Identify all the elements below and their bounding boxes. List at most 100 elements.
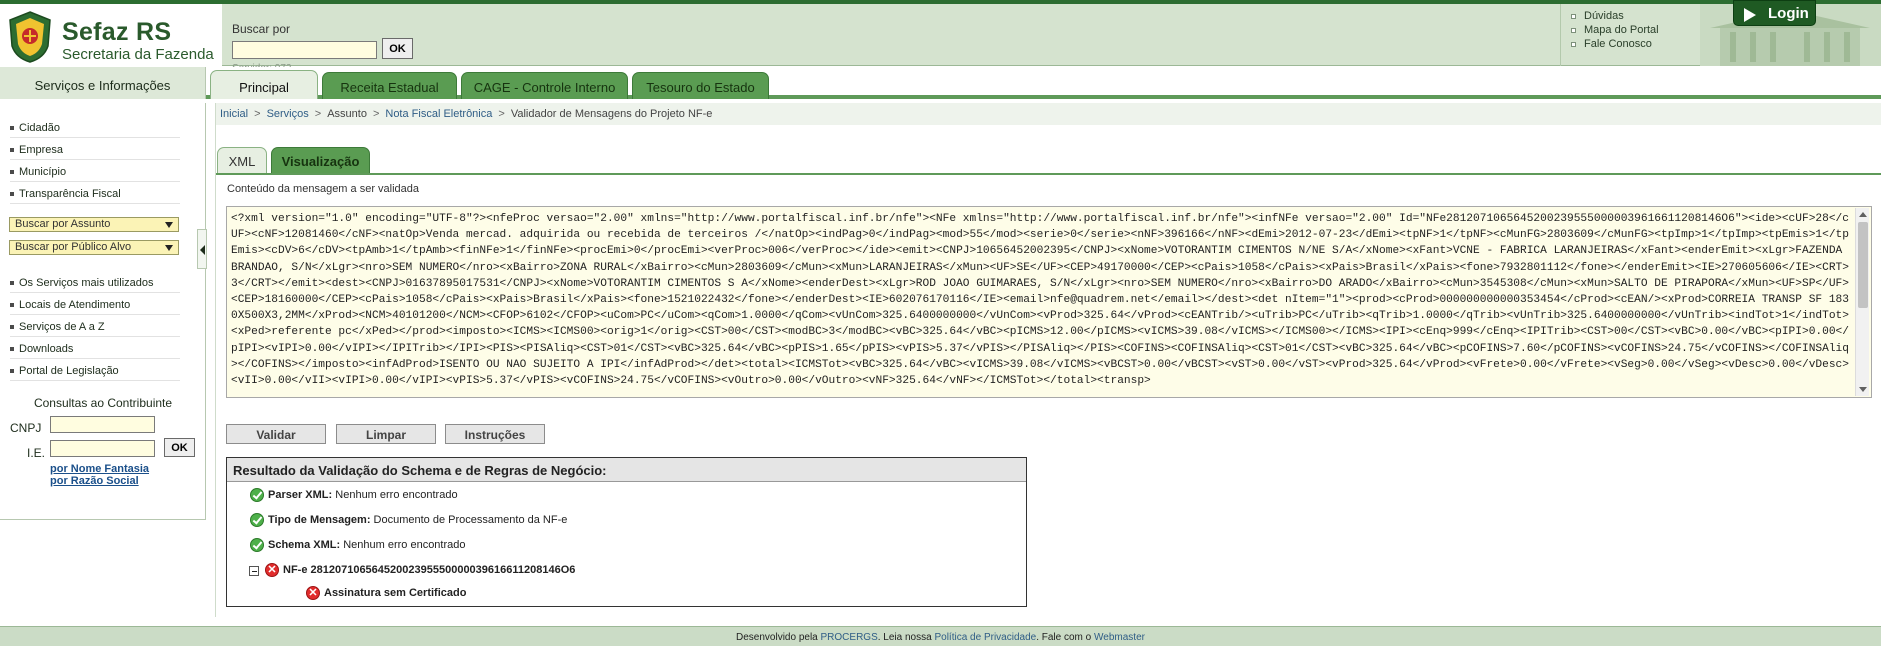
tab-xml[interactable]: XML (217, 147, 267, 174)
result-row-schema: Schema XML: Nenhum erro encontrado (268, 539, 466, 551)
sidebar-item-mais-utilizados[interactable]: Os Serviços mais utilizados (10, 271, 180, 293)
services-heading: Serviços e Informações (0, 67, 206, 99)
select-buscar-assunto[interactable]: Buscar por Assunto (9, 217, 179, 232)
breadcrumb-separator: > (254, 108, 261, 120)
check-icon (250, 513, 264, 527)
breadcrumb-nfe[interactable]: Nota Fiscal Eletrônica (385, 108, 492, 120)
site-footer: Desenvolvido pela PROCERGS. Leia nossa P… (0, 626, 1881, 646)
scrollbar-thumb[interactable] (1858, 222, 1868, 308)
header-top-line (0, 0, 1881, 4)
bullet-icon (10, 192, 14, 197)
sidebar-item-cidadao[interactable]: Cidadão (10, 116, 180, 138)
search-label: Buscar por (232, 22, 291, 36)
select-buscar-publico[interactable]: Buscar por Público Alvo (9, 240, 179, 255)
breadcrumb-inicial[interactable]: Inicial (220, 108, 248, 120)
ie-input[interactable] (50, 440, 155, 457)
breadcrumb-assunto: Assunto (327, 108, 367, 120)
result-row-text: Documento de Processamento da NF-e (373, 514, 568, 526)
search-ok-button[interactable]: OK (382, 38, 413, 59)
xml-textarea[interactable]: <?xml version="1.0" encoding="UTF-8"?><n… (226, 206, 1872, 398)
consultas-heading: Consultas ao Contribuinte (33, 396, 173, 410)
result-row-label: Parser XML: (268, 489, 333, 501)
error-icon: ✕ (265, 563, 279, 577)
consultas-panel: Consultas ao Contribuinte (0, 396, 206, 410)
footer-link-procergs[interactable]: PROCERGS (821, 632, 878, 643)
tab-receita-estadual[interactable]: Receita Estadual (322, 72, 457, 99)
sidebar-item-downloads[interactable]: Downloads (10, 337, 180, 359)
top-link-label: Mapa do Portal (1584, 24, 1659, 36)
result-row-tipo: Tipo de Mensagem: Documento de Processam… (268, 514, 567, 526)
result-row-text: Nenhum erro encontrado (343, 539, 466, 551)
sidebar-item-label: Cidadão (19, 122, 60, 134)
top-link-duvidas[interactable]: Dúvidas (1571, 10, 1659, 22)
link-razao-social[interactable]: por Razão Social (50, 475, 139, 487)
bullet-icon (1571, 41, 1576, 47)
footer-link-webmaster[interactable]: Webmaster (1094, 632, 1145, 643)
sidebar-item-empresa[interactable]: Empresa (10, 138, 180, 160)
breadcrumb-separator: > (372, 108, 380, 120)
bullet-icon (10, 281, 14, 286)
site-header: Sefaz RS Secretaria da Fazenda Buscar po… (0, 0, 1881, 74)
breadcrumb-servicos[interactable]: Serviços (267, 108, 309, 120)
sidebar-item-legislacao[interactable]: Portal de Legislação (10, 359, 180, 381)
link-nome-fantasia[interactable]: por Nome Fantasia (50, 463, 149, 475)
ie-label: I.E. (27, 446, 46, 460)
instrucoes-button[interactable]: Instruções (445, 424, 545, 444)
bullet-icon (10, 303, 14, 308)
sidebar-collapse-handle[interactable] (197, 229, 207, 269)
result-nfe-key: NF-e 28120710656452002395550000039616611… (283, 564, 576, 576)
xml-scrollbar[interactable] (1855, 208, 1869, 396)
collapse-minus-icon[interactable] (249, 566, 259, 576)
result-row-text: Nenhum erro encontrado (335, 489, 458, 501)
footer-text: Desenvolvido pela (736, 632, 821, 643)
breadcrumb-current: Validador de Mensagens do Projeto NF-e (510, 108, 713, 120)
sidebar-item-label: Município (19, 166, 67, 178)
top-links: Dúvidas Mapa do Portal Fale Conosco (1571, 10, 1659, 52)
search-input[interactable] (232, 41, 377, 59)
result-row-label: Tipo de Mensagem: (268, 514, 371, 526)
logo-subtitle: Secretaria da Fazenda (62, 46, 214, 63)
error-icon: ✕ (306, 586, 320, 600)
sidebar-item-municipio[interactable]: Município (10, 160, 180, 182)
sidebar-item-label: Downloads (19, 343, 74, 355)
bullet-icon (10, 126, 14, 131)
breadcrumb-separator: > (314, 108, 322, 120)
check-icon (250, 488, 264, 502)
bullet-icon (10, 148, 14, 153)
bullet-icon (1571, 27, 1576, 33)
result-row-label: Schema XML: (268, 539, 341, 551)
tab-visualizacao[interactable]: Visualização (271, 147, 370, 174)
breadcrumb-separator: > (498, 108, 505, 120)
login-label: Login (1768, 5, 1809, 22)
sidebar-item-label: Os Serviços mais utilizados (19, 277, 154, 289)
footer-link-privacy[interactable]: Política de Privacidade (934, 632, 1036, 643)
consulta-ok-button[interactable]: OK (164, 438, 195, 457)
top-link-label: Fale Conosco (1584, 38, 1652, 50)
result-heading: Resultado da Validação do Schema e de Re… (227, 458, 1026, 482)
top-link-mapa[interactable]: Mapa do Portal (1571, 24, 1659, 36)
login-button[interactable]: Login (1733, 0, 1816, 26)
sidebar-item-locais[interactable]: Locais de Atendimento (10, 293, 180, 315)
sidebar-item-label: Transparência Fiscal (19, 188, 121, 200)
sidebar-item-label: Locais de Atendimento (19, 299, 131, 311)
logo-title: Sefaz RS (62, 18, 172, 46)
sidebar-group-main: Cidadão Empresa Município Transparência … (10, 116, 180, 204)
main-content: Inicial > Serviços > Assunto > Nota Fiscal Ele… (215, 103, 1881, 617)
coat-of-arms-icon (9, 11, 51, 63)
tab-cage[interactable]: CAGE - Controle Interno (461, 72, 628, 99)
scroll-down-icon (1859, 387, 1867, 392)
cnpj-input[interactable] (50, 416, 155, 433)
validar-button[interactable]: Validar (226, 424, 326, 444)
cnpj-label: CNPJ (10, 421, 42, 435)
limpar-button[interactable]: Limpar (336, 424, 436, 444)
top-link-fale-conosco[interactable]: Fale Conosco (1571, 38, 1659, 50)
tab-principal[interactable]: Principal (210, 70, 318, 99)
sidebar-item-transparencia[interactable]: Transparência Fiscal (10, 182, 180, 204)
sefaz-logo[interactable]: Sefaz RS Secretaria da Fazenda (0, 4, 222, 66)
tab-tesouro[interactable]: Tesouro do Estado (632, 72, 769, 99)
validation-result-panel: Resultado da Validação do Schema e de Re… (226, 457, 1027, 607)
footer-text: . Fale com o (1036, 632, 1095, 643)
sidebar-item-label: Serviços de A a Z (19, 321, 105, 333)
scroll-up-icon (1859, 212, 1867, 217)
sidebar-item-a-z[interactable]: Serviços de A a Z (10, 315, 180, 337)
